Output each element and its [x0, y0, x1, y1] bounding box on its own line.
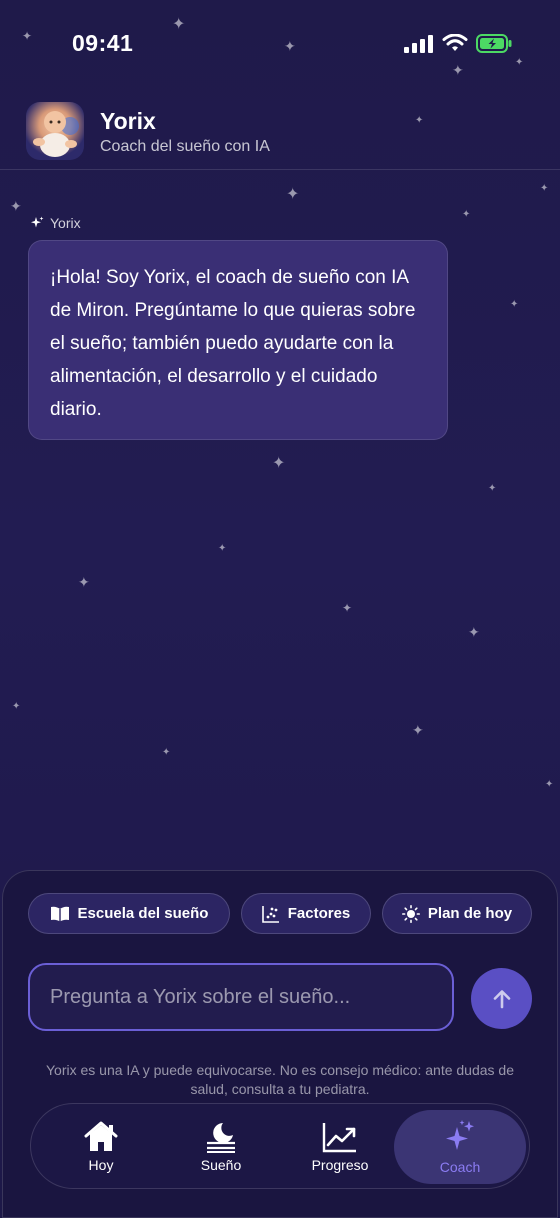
- signal-icon: [404, 34, 433, 53]
- status-icons: [404, 34, 512, 53]
- sun-icon: [401, 904, 420, 923]
- nav-coach[interactable]: Coach: [394, 1110, 526, 1184]
- sparkles-icon: [31, 216, 44, 228]
- input-placeholder: Pregunta a Yorix sobre el sueño...: [50, 985, 351, 1008]
- nav-progreso[interactable]: Progreso: [274, 1110, 406, 1184]
- sparkles-icon: [446, 1120, 474, 1150]
- nav-hoy[interactable]: Hoy: [35, 1110, 167, 1184]
- disclaimer: Yorix es una IA y puede equivocarse. No …: [45, 1062, 514, 1097]
- wifi-icon: [442, 34, 468, 51]
- assistant-message: ¡Hola! Soy Yorix, el coach de sueño con …: [28, 240, 448, 440]
- chat-header: Yorix Coach del sueño con IA: [0, 92, 560, 170]
- chip-factores[interactable]: Factores: [241, 893, 371, 934]
- home-icon: [84, 1121, 118, 1151]
- nav-label: Sueño: [200, 1157, 242, 1173]
- chip-label: Escuela del sueño: [77, 905, 209, 922]
- avatar: [26, 102, 84, 160]
- chip-escuela-del-sueno[interactable]: Escuela del sueño: [28, 893, 230, 934]
- chip-label: Plan de hoy: [427, 905, 513, 922]
- status-time: 09:41: [72, 30, 134, 56]
- nav-sueno[interactable]: Sueño: [155, 1110, 287, 1184]
- header-title: Yorix: [100, 108, 156, 134]
- send-button[interactable]: [471, 968, 532, 1029]
- chip-plan-de-hoy[interactable]: Plan de hoy: [382, 893, 532, 934]
- scatter-chart-icon: [261, 905, 279, 923]
- status-bar: 09:41: [0, 0, 560, 92]
- trend-chart-icon: [322, 1123, 356, 1153]
- nav-label: Hoy: [88, 1157, 114, 1173]
- nav-label: Coach: [439, 1159, 481, 1175]
- bottom-nav: Hoy Sueño Progreso Coach: [30, 1103, 530, 1189]
- message-sender: Yorix: [30, 215, 81, 231]
- arrow-up-icon: [493, 989, 510, 1008]
- moon-icon: [207, 1123, 235, 1153]
- battery-icon: [476, 34, 512, 53]
- header-subtitle: Coach del sueño con IA: [100, 138, 270, 155]
- nav-label: Progreso: [311, 1157, 369, 1173]
- sender-name: Yorix: [50, 215, 81, 231]
- chip-label: Factores: [287, 905, 351, 922]
- message-input[interactable]: Pregunta a Yorix sobre el sueño...: [28, 963, 454, 1031]
- book-icon: [50, 906, 69, 921]
